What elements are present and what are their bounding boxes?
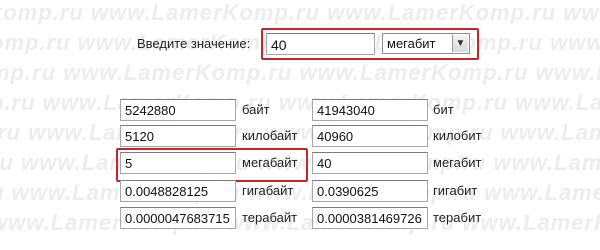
bits-field[interactable]: 41943040 — [312, 99, 428, 121]
bytes-label: байт — [242, 102, 270, 117]
gigabits-field[interactable]: 0.0390625 — [312, 180, 428, 202]
terabytes-field[interactable]: 0.0000047683715 — [120, 207, 236, 229]
megabits-label: мегабит — [433, 155, 482, 170]
terabits-field[interactable]: 0.0000381469726 — [312, 207, 428, 229]
megabits-field[interactable]: 40 — [312, 152, 428, 174]
terabytes-label: терабайт — [242, 210, 298, 225]
gigabits-label: гигабит — [433, 183, 478, 198]
kilobytes-field[interactable]: 5120 — [120, 125, 236, 147]
converter-panel: Введите значение: 40 мегабит ▼ 5242880 б… — [0, 0, 600, 250]
gigabytes-field[interactable]: 0.0048828125 — [120, 180, 236, 202]
highlight-frame-megabytes — [116, 148, 308, 182]
kilobytes-label: килобайт — [242, 128, 298, 143]
bits-label: бит — [433, 102, 454, 117]
terabits-label: терабит — [433, 210, 482, 225]
bytes-field[interactable]: 5242880 — [120, 99, 236, 121]
highlight-frame-input — [261, 28, 479, 60]
value-label: Введите значение: — [137, 36, 251, 51]
kilobits-field[interactable]: 40960 — [312, 125, 428, 147]
kilobits-label: килобит — [433, 128, 482, 143]
gigabytes-label: гигабайт — [242, 183, 294, 198]
